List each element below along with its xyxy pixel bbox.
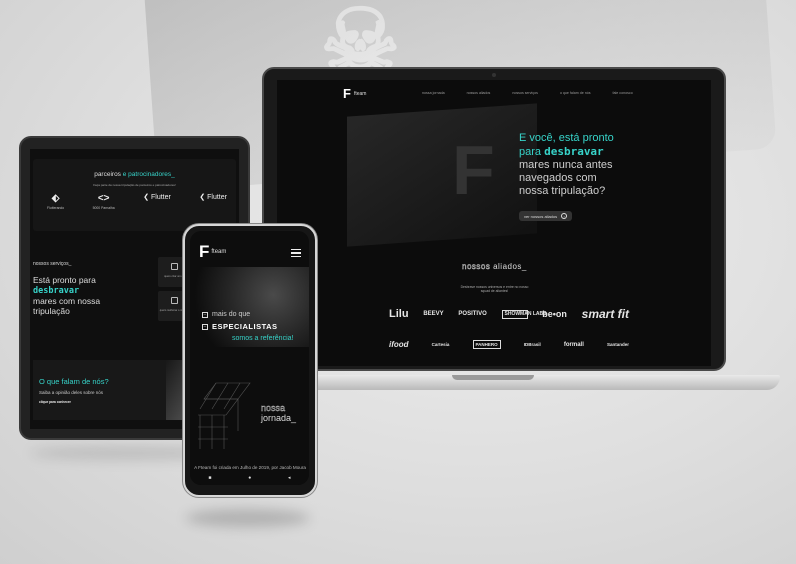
hero-logo-icon: F (452, 131, 495, 209)
nav-link-servicos[interactable]: nossos serviços (512, 91, 538, 95)
journey-grid-graphic (198, 382, 251, 449)
back-icon[interactable]: ◂ (288, 475, 291, 481)
hero-line-4: navegados com (519, 172, 597, 184)
phone-specialists-block: − mais do que − ESPECIALISTAS somos a refe… (202, 309, 307, 345)
phone-android-navbar: ■ ● ◂ (190, 471, 309, 485)
see-allies-label: ver nossos aliados (524, 213, 558, 219)
hamburger-menu-icon[interactable] (291, 249, 301, 257)
nav-link-aliados[interactable]: nossos aliados (467, 91, 491, 95)
fteam-logo-icon: F (343, 86, 351, 101)
allies-section-title: nossos aliados_ (462, 262, 527, 271)
laptop-navbar: F fteam nossa jornada nossos aliados nos… (277, 80, 711, 106)
flutter-icon: ❮ Flutter (199, 194, 227, 201)
sponsors-panel: parceiros e patrocinadores_ Faça parte d… (33, 159, 236, 231)
home-icon[interactable]: ● (248, 475, 251, 481)
testimonial-subtitle: Saiba a opinião deles sobre nós (39, 390, 104, 395)
laptop-screen: F fteam nossa jornada nossos aliados nos… (277, 80, 711, 366)
services-title: nossos serviços_ (33, 261, 72, 267)
sponsor-5000[interactable]: <> 5000 Parnalha (93, 193, 115, 210)
lilu-logo: Lilu (389, 308, 409, 320)
phone-row-1: mais do que (212, 311, 251, 318)
sponsors-title: parceiros e patrocinadores_ (94, 171, 175, 178)
hero-line-2: para desbravar (519, 145, 604, 158)
sponsor-flutter-1[interactable]: ❮ Flutter (143, 193, 171, 201)
santander-logo: Santander (606, 342, 629, 347)
cartesia-logo: Cartesia (431, 342, 450, 347)
sponsor-flutterando[interactable]: ⬖ Flutterando (47, 193, 64, 210)
phone-icon (171, 297, 178, 304)
formall-logo: formall (563, 341, 584, 348)
checkbox-icon: − (202, 312, 208, 318)
sponsors-subtitle: Faça parte da nossa tripulação de parcei… (93, 183, 176, 187)
checkbox-icon: − (202, 324, 208, 330)
nav-link-jornada[interactable]: nossa jornada (422, 91, 445, 95)
laptop-nav-links: nossa jornada nossos aliados nossos serv… (422, 91, 633, 95)
phone-device: F fteam − mais do que − ESPECIALISTAS somo… (183, 224, 317, 497)
phone-journey-title: nossa jornada_ (261, 403, 297, 423)
sponsor-flutter-2[interactable]: ❮ Flutter (199, 193, 227, 201)
ifood-logo: ifood (389, 340, 409, 349)
fteam-logo-icon: F (199, 242, 210, 261)
laptop-camera (492, 73, 496, 77)
hero-line-1: E você, está pronto (519, 132, 614, 144)
nav-link-contato[interactable]: fale conosco (613, 91, 633, 95)
hero-headline: E você, está pronto para desbravar mares… (519, 132, 639, 198)
laptop-device: F fteam nossa jornada nossos aliados nos… (262, 67, 726, 371)
smartfit-logo: smart fit (581, 307, 629, 321)
panhero-logo: PANHERO (472, 340, 501, 349)
showman-labs-logo: SHOWMAN LABS (501, 309, 546, 319)
phone-screen: F fteam − mais do que − ESPECIALISTAS somo… (190, 231, 309, 485)
phone-fteam-logo[interactable]: F fteam (199, 243, 226, 260)
phone-shadow (186, 509, 310, 527)
laptop-notch (452, 375, 534, 380)
fteam-logo-text: fteam (353, 90, 367, 97)
hero-line-5: nossa tripulação? (519, 185, 606, 197)
see-allies-button[interactable]: ver nossos aliados › (519, 211, 573, 221)
nav-link-depoimentos[interactable]: o que falam de nós (560, 91, 591, 95)
arrow-right-icon: › (561, 213, 568, 219)
hero-flag-image (347, 103, 537, 247)
allies-subtitle: Desbrave nossos universos e entre no nos… (460, 285, 529, 293)
chat-icon (171, 263, 178, 270)
hero-line-3: mares nunca antes (519, 159, 613, 171)
flutterando-icon: ⬖ (51, 193, 60, 204)
code-icon: <> (97, 193, 110, 204)
beon-logo: be•on (542, 309, 567, 319)
sponsors-logos: ⬖ Flutterando <> 5000 Parnalha ❮ Flutter… (47, 193, 227, 210)
beevy-logo: BEEVY (423, 311, 444, 317)
services-headline: Está pronto para desbravar mares com nos… (33, 275, 101, 316)
phone-row-2: ESPECIALISTAS (212, 322, 278, 331)
allies-logo-row-2: ifood Cartesia PANHERO IDBrasil formall … (389, 340, 629, 349)
allies-logo-row-1: Lilu BEEVY POSITIVO SHOWMAN LABS be•on s… (389, 307, 629, 321)
phone-row-3: somos a referência! (232, 335, 294, 342)
flutter-icon: ❮ Flutter (143, 194, 171, 201)
testimonial-title: O que falam de nós? (39, 377, 109, 386)
recent-apps-icon[interactable]: ■ (208, 475, 211, 481)
idbrasil-logo: IDBrasil (523, 342, 541, 347)
positivo-logo: POSITIVO (458, 311, 487, 317)
testimonial-link[interactable]: clique para conhecer (39, 400, 71, 404)
fteam-logo-text: fteam (211, 248, 227, 255)
fteam-logo[interactable]: F fteam (343, 87, 366, 100)
